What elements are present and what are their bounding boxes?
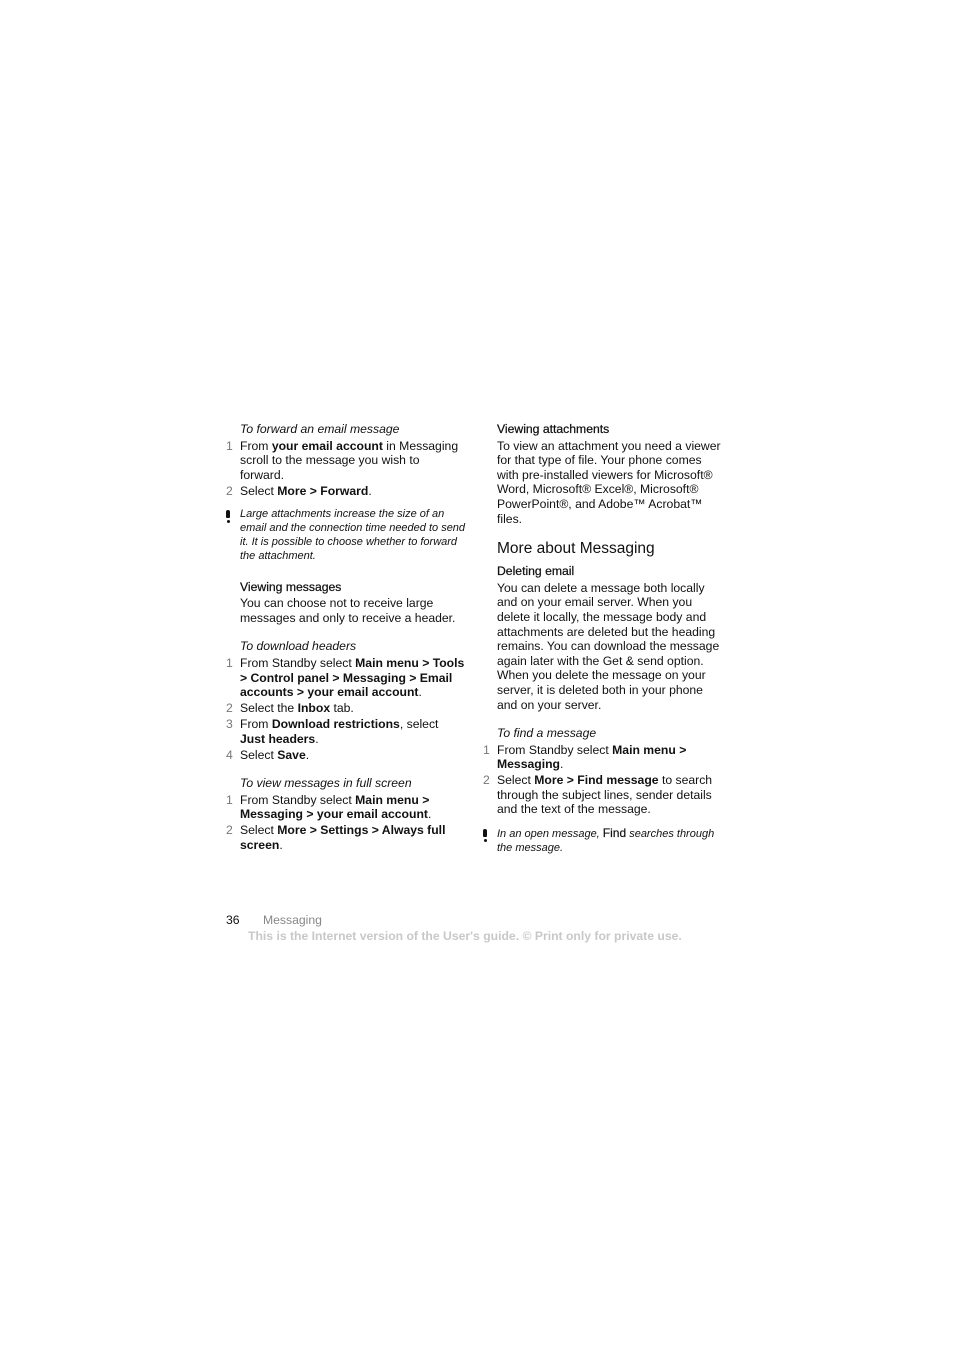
step-item: 2 Select More > Settings > Always full sc… <box>226 823 466 852</box>
step-text: Select Save. <box>240 748 466 763</box>
note-text: In an open message, Find searches throug… <box>497 826 723 856</box>
ui-term: Just headers <box>240 731 316 746</box>
text-run: From Standby select <box>240 792 356 807</box>
step-number: 1 <box>226 792 233 807</box>
step-text: Select the Inbox tab. <box>240 701 466 716</box>
footer-section-name: Messaging <box>263 913 322 927</box>
step-text: Select More > Find message to search thr… <box>497 773 723 817</box>
exclamation-note-icon <box>483 827 497 856</box>
step-item: 2 Select More > Forward. <box>226 484 466 499</box>
step-number: 2 <box>483 773 490 788</box>
page-footer: 36 Messaging <box>226 913 322 928</box>
step-text: From Download restrictions, select Just … <box>240 717 466 746</box>
step-text: Select More > Settings > Always full scr… <box>240 823 466 852</box>
text-run: From <box>240 717 272 732</box>
text-run: . <box>305 747 310 762</box>
step-number: 2 <box>226 823 233 838</box>
step-item: 1 From Standby select Main menu > Messagi… <box>483 743 723 772</box>
step-text: From your email account in Messaging scr… <box>240 439 466 483</box>
exclamation-note-icon <box>226 508 240 563</box>
steps-find-message: 1 From Standby select Main menu > Messagi… <box>483 743 723 817</box>
steps-full-screen: 1 From Standby select Main menu > Messagi… <box>226 793 466 853</box>
text-run: . <box>560 757 564 772</box>
note-large-attachments: Large attachments increase the size of a… <box>226 508 466 563</box>
step-number: 1 <box>226 655 233 670</box>
ui-term: Find <box>602 826 627 841</box>
step-number: 2 <box>226 483 233 498</box>
ui-term: Inbox <box>297 701 331 716</box>
steps-forward: 1 From your email account in Messaging sc… <box>226 439 466 499</box>
step-item: 2 Select the Inbox tab. <box>226 701 466 716</box>
step-number: 4 <box>226 747 233 762</box>
step-item: 1 From Standby select Main menu > Tools >… <box>226 656 466 700</box>
paragraph-deleting-email: You can delete a message both locally an… <box>497 580 720 712</box>
step-text: From Standby select Main menu > Tools > … <box>240 656 466 700</box>
step-text: Select More > Forward. <box>240 484 466 499</box>
text-run: , select <box>399 717 439 732</box>
heading-viewing-attachments: Viewing attachments <box>497 422 610 436</box>
paragraph-viewing-messages: You can choose not to receive large mess… <box>240 596 456 625</box>
text-run: tab. <box>330 701 354 716</box>
watermark-notice: This is the Internet version of the User… <box>248 929 682 943</box>
step-number: 1 <box>226 438 233 453</box>
ui-term: Save <box>277 747 306 762</box>
step-item: 1 From your email account in Messaging sc… <box>226 439 466 483</box>
ui-term: More > Forward <box>277 483 369 498</box>
paragraph-viewing-attachments: To view an attachment you need a viewer … <box>497 438 721 526</box>
text-run: From Standby select <box>240 655 356 670</box>
page-number: 36 <box>226 913 240 927</box>
text-run: . <box>418 685 422 700</box>
step-item: 4 Select Save. <box>226 748 466 763</box>
procedure-title-full-screen: To view messages in full screen <box>240 776 412 791</box>
text-run: Select <box>240 483 278 498</box>
text-run: . <box>315 731 319 746</box>
ui-term: More > Find message <box>534 773 659 788</box>
step-number: 3 <box>226 717 233 732</box>
step-number: 2 <box>226 701 233 716</box>
text-run: In an open message, <box>497 828 603 841</box>
text-run: Select <box>497 773 535 788</box>
right-column: Viewing attachments To view an attachmen… <box>483 422 723 872</box>
note-find: In an open message, Find searches throug… <box>483 826 723 856</box>
text-run: From <box>240 438 272 453</box>
step-item: 3 From Download restrictions, select Just… <box>226 717 466 746</box>
procedure-title-download-headers: To download headers <box>240 639 357 654</box>
step-item: 1 From Standby select Main menu > Messagi… <box>226 793 466 822</box>
text-run: Select the <box>240 701 298 716</box>
text-run: Select <box>240 823 278 838</box>
text-run: Large attachments increase the size of a… <box>240 508 466 562</box>
section-heading-more-about-messaging: More about Messaging <box>497 540 655 558</box>
step-number: 1 <box>483 742 490 757</box>
text-run: . <box>368 483 372 498</box>
text-run: . <box>279 838 283 853</box>
steps-download-headers: 1 From Standby select Main menu > Tools >… <box>226 656 466 762</box>
text-run: . <box>427 807 432 822</box>
text-run: From Standby select <box>497 742 613 757</box>
step-item: 2 Select More > Find message to search th… <box>483 773 723 817</box>
ui-term: Download restrictions <box>271 717 400 732</box>
procedure-title-find-message: To find a message <box>497 726 597 741</box>
step-text: From Standby select Main menu > Messagin… <box>497 743 723 772</box>
left-column: To forward an email message 1 From your e… <box>226 422 466 867</box>
note-text: Large attachments increase the size of a… <box>240 508 466 563</box>
step-text: From Standby select Main menu > Messagin… <box>240 793 466 822</box>
heading-viewing-messages: Viewing messages <box>240 579 342 594</box>
text-run: Select <box>240 747 278 762</box>
procedure-title-forward: To forward an email message <box>240 422 400 436</box>
heading-deleting-email: Deleting email <box>497 564 575 579</box>
ui-term: your email account <box>271 438 383 453</box>
